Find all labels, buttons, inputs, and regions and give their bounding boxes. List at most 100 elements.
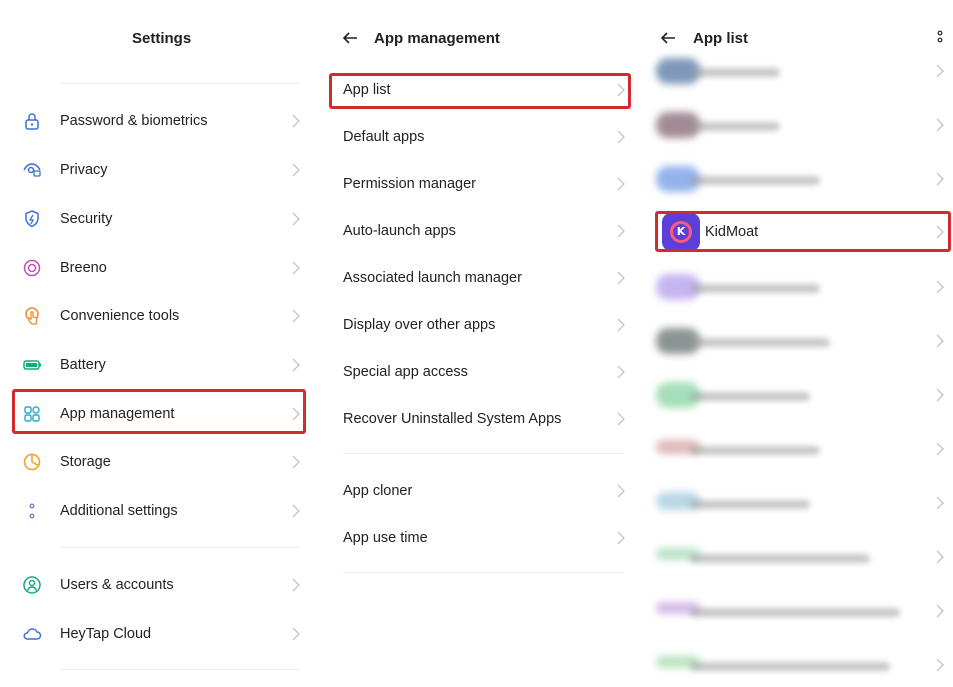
app-name-blurred (690, 284, 820, 293)
chevron-right-icon (292, 358, 300, 372)
chevron-right-icon (617, 130, 625, 144)
app-name-blurred (690, 446, 820, 455)
settings-item-battery[interactable]: Battery (0, 345, 320, 385)
settings-item-users-accounts[interactable]: Users & accounts (0, 565, 320, 605)
dots-vertical-icon (29, 503, 35, 519)
kidmoat-k-icon: K (673, 224, 689, 240)
divider (60, 669, 300, 670)
chevron-right-icon (617, 318, 625, 332)
chevron-right-icon (292, 212, 300, 226)
app-name: KidMoat (705, 224, 759, 240)
settings-item-breeno[interactable]: Breeno (0, 248, 320, 288)
chevron-right-icon (292, 309, 300, 323)
menu-item-label: Auto-launch apps (343, 223, 456, 239)
settings-item-label: Storage (60, 454, 111, 470)
menu-item-app-list[interactable]: App list (320, 70, 638, 110)
chevron-right-icon (936, 550, 944, 564)
chevron-right-icon (936, 64, 944, 78)
app-management-panel: App management App list Default apps Per… (320, 0, 638, 687)
menu-item-app-use-time[interactable]: App use time (320, 518, 638, 558)
chevron-right-icon (936, 225, 944, 239)
divider (60, 83, 300, 84)
settings-item-storage[interactable]: Storage (0, 442, 320, 482)
settings-item-additional-settings[interactable]: Additional settings (0, 491, 320, 531)
app-list-item-blurred[interactable] (638, 98, 953, 152)
menu-item-label: Default apps (343, 129, 425, 145)
settings-panel: Settings Password & biometrics Privacy S… (0, 0, 320, 687)
app-list-item-blurred[interactable] (638, 584, 953, 638)
app-name-blurred (690, 500, 810, 509)
chevron-right-icon (936, 604, 944, 618)
app-name-blurred (690, 176, 820, 185)
app-list-item-blurred[interactable] (638, 530, 953, 584)
menu-item-permission-manager[interactable]: Permission manager (320, 164, 638, 204)
settings-item-app-management[interactable]: App management (0, 394, 320, 434)
chevron-right-icon (292, 455, 300, 469)
chevron-right-icon (617, 224, 625, 238)
settings-item-convenience-tools[interactable]: Convenience tools (0, 296, 320, 336)
app-list-panel: App list K KidMoat (638, 0, 953, 687)
chevron-right-icon (936, 658, 944, 672)
app-list-item-blurred[interactable] (638, 368, 953, 422)
menu-item-auto-launch-apps[interactable]: Auto-launch apps (320, 211, 638, 251)
chevron-right-icon (617, 365, 625, 379)
app-name-blurred (690, 608, 900, 617)
chevron-right-icon (292, 407, 300, 421)
app-list-item-blurred[interactable] (638, 314, 953, 368)
divider (343, 572, 623, 573)
chevron-right-icon (617, 83, 625, 97)
chevron-right-icon (936, 172, 944, 186)
settings-item-label: Password & biometrics (60, 113, 208, 129)
menu-item-label: Associated launch manager (343, 270, 522, 286)
chevron-right-icon (936, 118, 944, 132)
settings-item-label: Additional settings (60, 503, 178, 519)
chevron-right-icon (936, 442, 944, 456)
settings-item-privacy[interactable]: Privacy (0, 150, 320, 190)
chevron-right-icon (936, 496, 944, 510)
chevron-right-icon (936, 334, 944, 348)
settings-item-label: Convenience tools (60, 308, 180, 324)
settings-item-label: Security (60, 211, 113, 227)
menu-item-associated-launch-manager[interactable]: Associated launch manager (320, 258, 638, 298)
hand-touch-icon (25, 307, 39, 325)
settings-item-security[interactable]: Security (0, 199, 320, 239)
chevron-right-icon (617, 412, 625, 426)
app-name-blurred (690, 122, 780, 131)
chevron-right-icon (292, 627, 300, 641)
chevron-right-icon (292, 578, 300, 592)
app-list-item-blurred[interactable] (638, 422, 953, 476)
menu-item-recover-uninstalled-system-apps[interactable]: Recover Uninstalled System Apps (320, 399, 638, 439)
app-list-item-blurred[interactable] (638, 152, 953, 206)
app-list-item-blurred[interactable] (638, 638, 953, 687)
menu-item-special-app-access[interactable]: Special app access (320, 352, 638, 392)
divider (343, 453, 623, 454)
settings-title: Settings (132, 30, 192, 47)
chevron-right-icon (617, 484, 625, 498)
menu-item-label: Special app access (343, 364, 468, 380)
settings-item-heytap-cloud[interactable]: HeyTap Cloud (0, 614, 320, 654)
chevron-right-icon (936, 280, 944, 294)
menu-item-label: App list (343, 82, 391, 98)
chevron-right-icon (292, 261, 300, 275)
menu-item-display-over-other-apps[interactable]: Display over other apps (320, 305, 638, 345)
menu-item-app-cloner[interactable]: App cloner (320, 471, 638, 511)
menu-item-default-apps[interactable]: Default apps (320, 117, 638, 157)
chevron-right-icon (292, 504, 300, 518)
app-list-item-blurred[interactable] (638, 476, 953, 530)
app-list-item-kidmoat[interactable]: K KidMoat (638, 212, 953, 252)
app-name-blurred (690, 554, 870, 563)
app-name-blurred (690, 662, 890, 671)
app-list-item-blurred[interactable] (638, 260, 953, 314)
shield-icon (25, 210, 39, 228)
breeno-icon (23, 259, 41, 277)
settings-item-password-biometrics[interactable]: Password & biometrics (0, 101, 320, 141)
chevron-right-icon (292, 163, 300, 177)
app-name-blurred (690, 68, 780, 77)
app-name-blurred (690, 392, 810, 401)
chevron-right-icon (617, 531, 625, 545)
privacy-eye-icon (23, 163, 41, 177)
back-arrow-icon[interactable] (341, 29, 359, 47)
app-list-item-blurred[interactable] (638, 44, 953, 98)
settings-item-label: Privacy (60, 162, 108, 178)
menu-item-label: Display over other apps (343, 317, 496, 333)
